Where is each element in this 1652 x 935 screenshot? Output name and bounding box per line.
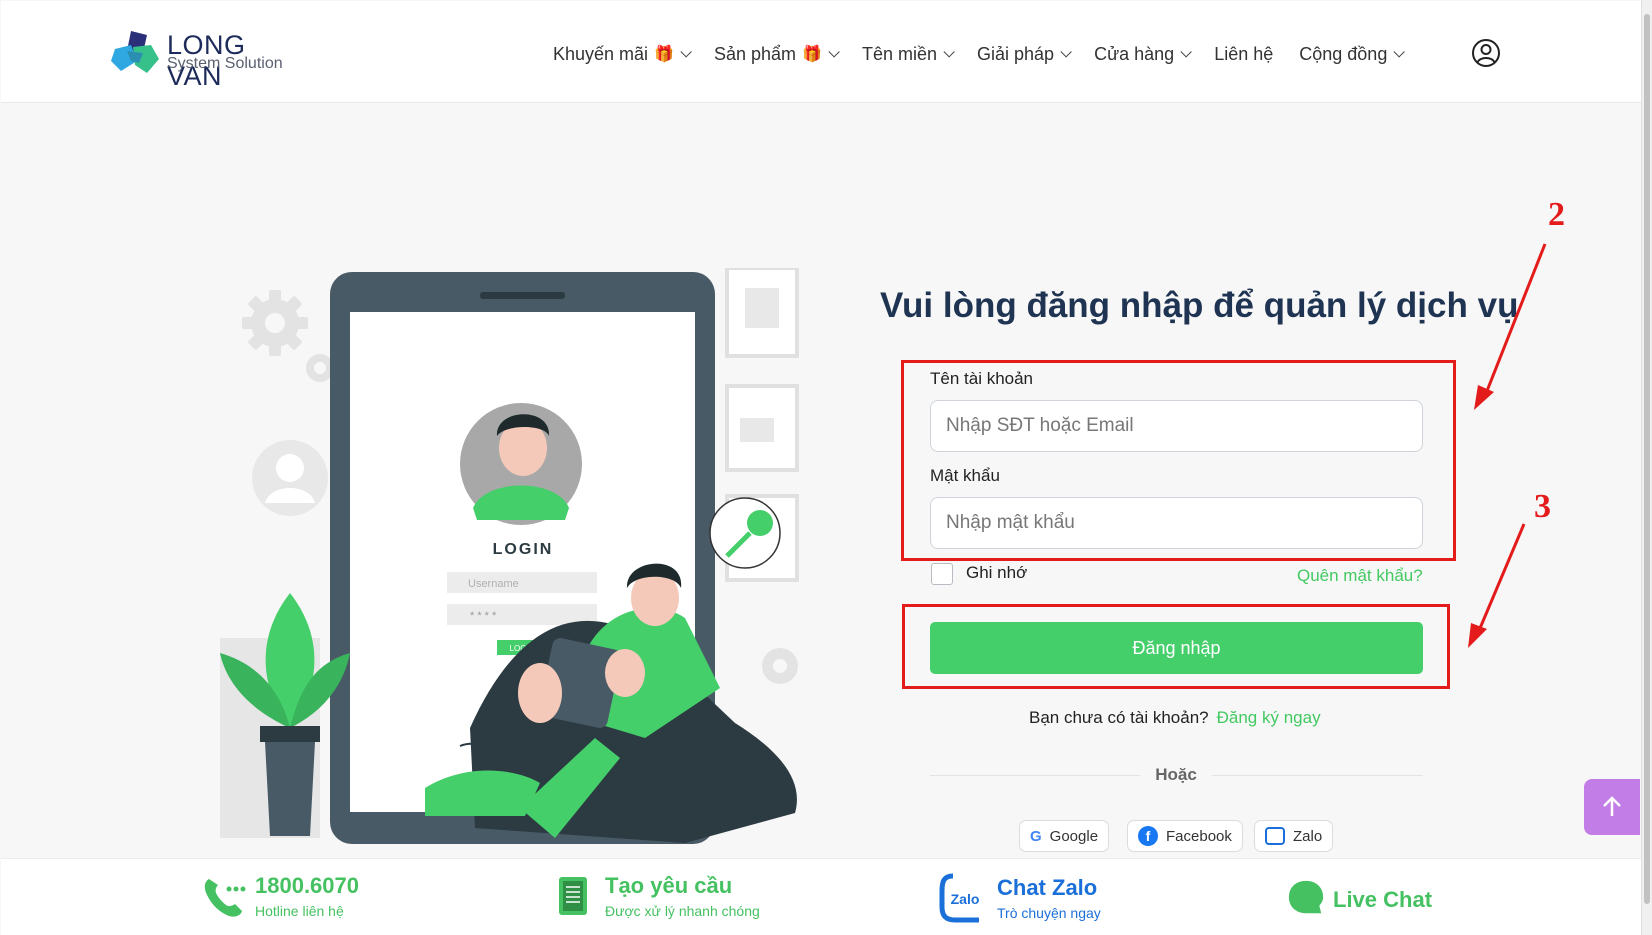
live-chat-icon: [1288, 880, 1324, 914]
illus-password: * * * *: [470, 610, 497, 622]
contact-bar: 1800.6070 Hotline liên hệ Tạo yêu cầu Đư…: [1, 858, 1641, 935]
nav-item-1[interactable]: Sản phẩm 🎁: [713, 43, 840, 65]
chevron-down-icon: [828, 46, 840, 58]
nav-item-5[interactable]: Liên hệ: [1214, 44, 1273, 65]
zalo-login-button[interactable]: Zalo: [1254, 820, 1334, 852]
remember-checkbox[interactable]: [931, 563, 953, 585]
chat-zalo-subtitle: Trò chuyện ngay: [997, 905, 1101, 921]
gear-icon: [242, 290, 308, 356]
remember-label: Ghi nhớ: [966, 563, 1028, 582]
nav-item-0[interactable]: Khuyến mãi 🎁: [553, 43, 692, 65]
scrollbar-thumb[interactable]: [1644, 14, 1650, 904]
facebook-login-button[interactable]: f Facebook: [1127, 820, 1243, 852]
nav-item-label: Cộng đồng: [1299, 43, 1388, 64]
annotation-number-2: 2: [1548, 196, 1565, 233]
brand-tagline: System Solution: [167, 55, 283, 72]
brand-logo[interactable]: LONG VAN System Solution: [109, 27, 299, 91]
zalo-chat-icon: Zalo: [939, 873, 980, 923]
nav-item-label: Khuyến mãi: [553, 43, 649, 64]
google-icon: G: [1030, 827, 1042, 845]
gift-icon: 🎁: [654, 46, 674, 63]
chat-zalo-title: Chat Zalo: [997, 875, 1098, 900]
nav-item-label: Liên hệ: [1214, 43, 1274, 64]
facebook-icon: f: [1138, 826, 1158, 846]
chevron-down-icon: [1060, 46, 1072, 58]
create-request-item[interactable]: Tạo yêu cầu Được xử lý nhanh chóng: [551, 873, 760, 919]
live-chat-item[interactable]: Live Chat: [1287, 879, 1432, 917]
main-nav: Khuyến mãi 🎁 Sản phẩm 🎁 Tên miền Giải pháp Cửa…: [553, 39, 1427, 69]
facebook-label: Facebook: [1166, 827, 1232, 845]
zalo-icon-text: Zalo: [951, 891, 980, 907]
document-icon: [559, 877, 587, 915]
nav-item-label: Cửa hàng: [1094, 43, 1175, 64]
logo-mark-icon: [111, 31, 159, 73]
site-header: LONG VAN System Solution Khuyến mãi 🎁 Sản …: [1, 1, 1641, 103]
hotline-subtitle: Hotline liên hệ: [255, 903, 344, 919]
hotline-item[interactable]: 1800.6070 Hotline liên hệ: [201, 873, 359, 919]
page-scrollbar[interactable]: [1641, 0, 1652, 935]
gift-icon: 🎁: [802, 46, 822, 63]
signup-link[interactable]: Đăng ký ngay: [1217, 708, 1321, 727]
google-label: Google: [1049, 827, 1099, 845]
chevron-down-icon: [680, 46, 692, 58]
nav-item-label: Sản phẩm: [713, 43, 797, 64]
nav-item-label: Giải pháp: [977, 43, 1055, 64]
user-account-icon[interactable]: [1471, 38, 1501, 68]
chat-zalo-item[interactable]: Zalo Chat Zalo Trò chuyện ngay: [939, 873, 1101, 923]
or-divider-text: Hoặc: [1140, 765, 1212, 785]
nav-item-2[interactable]: Tên miền: [861, 43, 955, 65]
nav-item-6[interactable]: Cộng đồng: [1299, 43, 1406, 65]
gear-icon: [762, 648, 798, 684]
nav-item-label: Tên miền: [861, 43, 938, 64]
phone-icon: [204, 879, 246, 917]
zalo-label: Zalo: [1293, 827, 1323, 845]
forgot-password-link[interactable]: Quên mật khẩu?: [1297, 566, 1423, 586]
illus-username: Username: [468, 578, 519, 590]
page-title: Vui lòng đăng nhập để quản lý dịch vụ: [880, 286, 1519, 325]
nav-item-3[interactable]: Giải pháp: [977, 43, 1072, 65]
chevron-down-icon: [1393, 46, 1406, 58]
google-login-button[interactable]: G Google: [1019, 820, 1110, 852]
live-chat-title: Live Chat: [1333, 887, 1433, 912]
chevron-down-icon: [1180, 46, 1192, 58]
zalo-icon: [1265, 827, 1285, 845]
chevron-down-icon: [943, 46, 955, 58]
arrow-up-icon: [1603, 796, 1621, 816]
illus-login-title: LOGIN: [493, 541, 554, 558]
hotline-number: 1800.6070: [255, 873, 359, 898]
signup-prompt: Bạn chưa có tài khoản? Đăng ký ngay: [1029, 708, 1321, 728]
nav-item-4[interactable]: Cửa hàng: [1094, 43, 1192, 65]
no-account-text: Bạn chưa có tài khoản?: [1029, 708, 1209, 727]
create-request-title: Tạo yêu cầu: [605, 873, 733, 898]
scroll-to-top-button[interactable]: [1584, 779, 1640, 835]
annotation-number-3: 3: [1534, 488, 1551, 525]
gear-icon: [306, 354, 334, 382]
annotation-box-credentials: [901, 360, 1456, 561]
login-illustration: LOGIN Username * * * * LOGIN: [220, 268, 799, 844]
annotation-box-login-button: [902, 604, 1450, 689]
create-request-subtitle: Được xử lý nhanh chóng: [605, 903, 760, 919]
